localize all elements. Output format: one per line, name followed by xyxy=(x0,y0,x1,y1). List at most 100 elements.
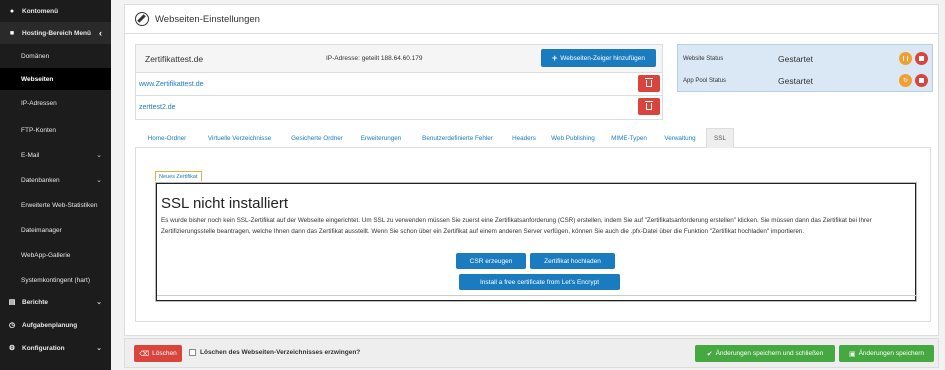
chevron-down-icon: ⌄ xyxy=(96,299,102,306)
tab-mime-typen[interactable]: MIME-Typen xyxy=(603,128,655,148)
cogs-icon: ⚙ xyxy=(8,345,16,352)
save-label: Änderungen speichern xyxy=(858,350,925,357)
compass-icon xyxy=(135,12,149,26)
sidebar-item-hosting[interactable]: ■ Hosting-Bereich Menü ‹ xyxy=(0,22,111,44)
sidebar-item-kontomenu[interactable]: ● Kontomenü xyxy=(0,0,111,22)
delete-label: Löschen xyxy=(152,350,177,357)
add-pointer-label: Webseiten-Zeiger hinzufügen xyxy=(560,54,646,62)
sidebar-item-label: Kontomenü xyxy=(22,7,59,15)
letsencrypt-button[interactable]: Install a free certificate from Let's En… xyxy=(459,274,620,290)
alias-row: zerttest2.de xyxy=(136,96,662,119)
ssl-description: Es wurde bisher noch kein SSL-Zertifikat… xyxy=(161,217,872,235)
stop-website-button[interactable] xyxy=(915,52,928,65)
apppool-status-label: App Pool Status xyxy=(683,78,727,84)
sidebar-item-label: FTP-Konten xyxy=(21,126,57,134)
ssl-tab-pane: Neues Zertifikat SSL nicht installiert E… xyxy=(135,148,931,322)
trash-icon xyxy=(645,101,653,110)
sidebar-item-datenbanken[interactable]: Datenbanken ⌄ xyxy=(0,169,111,191)
tab-neues-zertifikat[interactable]: Neues Zertifikat xyxy=(155,171,202,181)
check-icon: ✔ xyxy=(706,350,713,358)
main-area: Webseiten-Einstellungen Zertifikattest.d… xyxy=(118,0,945,370)
delete-alias-button[interactable] xyxy=(638,75,660,92)
save-close-label: Änderungen speichern und schließen xyxy=(715,350,824,357)
sidebar-item-konfiguration[interactable]: ⚙ Konfiguration ⌄ xyxy=(0,337,111,359)
ip-label: IP-Adresse: xyxy=(326,55,360,62)
tab-bar: Home-Ordner Virtuelle Verzeichnisse Gesi… xyxy=(135,128,931,148)
apppool-status-value: Gestartet xyxy=(778,76,813,86)
sidebar-item-label: Dateimanager xyxy=(21,226,62,234)
sidebar-item-ftp-konten[interactable]: FTP-Konten xyxy=(0,119,111,141)
content-panel: Zertifikattest.de IP-Adresse: geteilt 18… xyxy=(124,34,939,336)
save-icon: ▣ xyxy=(848,350,856,358)
sidebar-item-webseiten[interactable]: Webseiten xyxy=(0,68,111,90)
sidebar-item-label: Konfiguration xyxy=(22,344,65,352)
website-status-value: Gestartet xyxy=(778,54,813,64)
website-status-label: Website Status xyxy=(683,56,724,62)
sidebar-item-systemkontingent[interactable]: Systemkontingent (hart) xyxy=(0,269,111,291)
sidebar-item-web-statistiken[interactable]: Erweiterte Web-Statistiken xyxy=(0,194,111,216)
sidebar-item-label: Webseiten xyxy=(21,75,54,83)
tab-headers[interactable]: Headers xyxy=(505,128,543,148)
tab-virtuelle-verzeichnisse[interactable]: Virtuelle Verzeichnisse xyxy=(197,128,282,148)
clock-icon: ◷ xyxy=(8,322,16,329)
tab-web-publishing[interactable]: Web Publishing xyxy=(543,128,603,148)
user-icon: ● xyxy=(9,7,15,15)
ssl-title: SSL nicht installiert xyxy=(161,195,289,212)
ssl-content: SSL nicht installiert Es wurde bisher no… xyxy=(156,183,917,301)
sidebar-item-berichte[interactable]: ▤ Berichte ⌄ xyxy=(0,291,111,313)
chevron-down-icon: ⌄ xyxy=(96,152,102,159)
recycle-apppool-button[interactable]: ↻ xyxy=(899,74,912,87)
ip-value: geteilt 188.64.60.179 xyxy=(361,55,423,62)
tab-benutzerdefinierte-fehler[interactable]: Benutzerdefinierte Fehler xyxy=(410,128,505,148)
pause-icon xyxy=(903,56,908,61)
sidebar-item-label: Domänen xyxy=(21,52,50,60)
bar-chart-icon: ▤ xyxy=(8,299,16,306)
upload-certificate-button[interactable]: Zertifikat hochladen xyxy=(530,253,615,269)
trash-icon: ⌫ xyxy=(139,350,150,358)
csr-create-button[interactable]: CSR erzeugen xyxy=(456,253,526,269)
website-status-row: Website Status Gestartet xyxy=(678,48,934,70)
tab-gesicherte-ordner[interactable]: Gesicherte Ordner xyxy=(282,128,352,148)
ip-address: IP-Adresse: geteilt 188.64.60.179 xyxy=(326,55,423,62)
apppool-status-row: App Pool Status Gestartet ↻ xyxy=(678,70,934,92)
sidebar-item-aufgabenplanung[interactable]: ◷ Aufgabenplanung xyxy=(0,314,111,336)
delete-website-button[interactable]: ⌫ Löschen xyxy=(134,345,182,362)
save-button[interactable]: ▣ Änderungen speichern xyxy=(839,345,934,362)
sidebar-item-label: Berichte xyxy=(22,298,49,306)
tab-verwaltung[interactable]: Verwaltung xyxy=(655,128,705,148)
alias-link[interactable]: zerttest2.de xyxy=(139,104,176,111)
sidebar-item-dateimanager[interactable]: Dateimanager xyxy=(0,219,111,241)
briefcase-icon: ■ xyxy=(9,29,15,37)
tab-ssl[interactable]: SSL xyxy=(706,128,734,148)
sidebar-item-label: IP-Adressen xyxy=(21,99,57,107)
page-title: Webseiten-Einstellungen xyxy=(155,13,260,25)
sidebar-item-label: WebApp-Gallerie xyxy=(21,251,71,259)
sidebar-item-label: Aufgabenplanung xyxy=(22,321,78,329)
add-website-pointer-button[interactable]: + Webseiten-Zeiger hinzufügen xyxy=(541,49,656,67)
sidebar-item-email[interactable]: E-Mail ⌄ xyxy=(0,144,111,166)
stop-apppool-button[interactable] xyxy=(915,74,928,87)
save-and-close-button[interactable]: ✔ Änderungen speichern und schließen xyxy=(695,345,835,362)
tab-home-ordner[interactable]: Home-Ordner xyxy=(137,128,197,148)
delete-alias-button[interactable] xyxy=(638,98,660,115)
force-delete-checkbox[interactable] xyxy=(189,349,196,356)
sidebar: ● Kontomenü ■ Hosting-Bereich Menü ‹ Dom… xyxy=(0,0,111,370)
sidebar-item-label: Datenbanken xyxy=(21,176,60,184)
chevron-down-icon: ⌄ xyxy=(96,177,102,184)
alias-link[interactable]: www.Zertifikattest.de xyxy=(139,81,204,88)
ssl-panel: SSL nicht installiert Es wurde bisher no… xyxy=(155,182,917,302)
sidebar-item-webapp-gallerie[interactable]: WebApp-Gallerie xyxy=(0,244,111,266)
status-box: Website Status Gestartet App Pool Status… xyxy=(677,44,933,92)
sidebar-item-label: Erweiterte Web-Statistiken xyxy=(21,201,98,209)
sidebar-item-domaenen[interactable]: Domänen xyxy=(0,45,111,67)
force-delete-label: Löschen des Webseiten-Verzeichnisses erz… xyxy=(200,349,361,356)
page-header: Webseiten-Einstellungen xyxy=(124,4,939,34)
domain-header: Zertifikattest.de IP-Adresse: geteilt 18… xyxy=(136,45,662,73)
stop-icon xyxy=(919,56,924,61)
pause-website-button[interactable] xyxy=(899,52,912,65)
chevron-down-icon: ⌄ xyxy=(96,345,102,352)
tab-erweiterungen[interactable]: Erweiterungen xyxy=(352,128,410,148)
sidebar-item-ip-adressen[interactable]: IP-Adressen xyxy=(0,92,111,114)
stop-icon xyxy=(919,78,924,83)
domain-box: Zertifikattest.de IP-Adresse: geteilt 18… xyxy=(135,44,663,120)
